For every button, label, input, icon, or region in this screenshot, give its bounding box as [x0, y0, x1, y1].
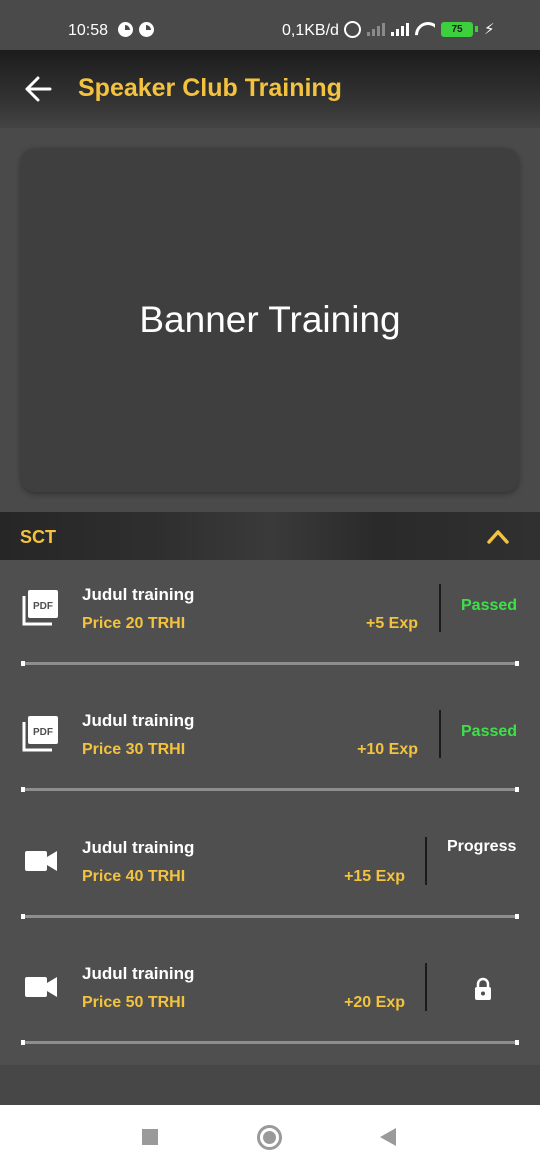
divider [439, 710, 441, 758]
status-icons: 75 ⚡ [344, 20, 495, 38]
notification-icon [118, 22, 133, 37]
back-button[interactable] [24, 76, 52, 102]
battery-tip [475, 26, 478, 32]
alarm-icon [344, 20, 361, 38]
training-exp: +15 Exp [344, 868, 405, 885]
wifi-icon [415, 22, 435, 36]
lock-icon [475, 977, 491, 1000]
item-divider [21, 661, 519, 666]
arrow-left-icon [25, 76, 52, 102]
banner[interactable]: Banner Training [21, 148, 519, 492]
app-bar: Speaker Club Training [0, 50, 540, 128]
training-exp: +10 Exp [357, 741, 418, 758]
status-badge: Progress [447, 838, 517, 855]
training-title: Judul training [82, 838, 195, 857]
status-badge: Passed [461, 723, 518, 740]
training-item[interactable]: Judul training Price 50 TRHI +20 Exp [0, 939, 540, 1065]
charging-icon: ⚡ [484, 21, 495, 38]
signal-icon [391, 22, 409, 36]
battery-icon: 75 [441, 21, 473, 37]
training-list: PDF Judul training Price 20 TRHI +5 Exp … [0, 560, 540, 1065]
section-header[interactable]: SCT [0, 512, 540, 560]
signal-icon [367, 22, 385, 36]
list-footer [0, 1065, 540, 1105]
page-title: Speaker Club Training [78, 74, 342, 102]
item-divider [21, 787, 519, 792]
home-circle-icon[interactable] [257, 1125, 282, 1150]
training-title: Judul training [82, 964, 195, 983]
status-notifications [118, 22, 154, 37]
banner-text: Banner Training [139, 299, 401, 340]
divider [425, 837, 427, 885]
chevron-up-icon[interactable] [486, 527, 510, 545]
item-divider [21, 1040, 519, 1045]
training-price: Price 30 TRHI [82, 741, 186, 758]
status-badge: Passed [461, 597, 518, 614]
training-exp: +20 Exp [344, 994, 405, 1011]
network-speed: 0,1KB/d [282, 22, 339, 39]
pdf-icon: PDF [22, 590, 58, 626]
video-camera-icon [25, 977, 57, 997]
training-item[interactable]: Judul training Price 40 TRHI +15 Exp Pro… [0, 813, 540, 939]
svg-text:PDF: PDF [33, 727, 53, 738]
status-time: 10:58 [68, 22, 109, 39]
training-item[interactable]: PDF Judul training Price 20 TRHI +5 Exp … [0, 560, 540, 686]
training-title: Judul training [82, 585, 195, 604]
training-price: Price 20 TRHI [82, 615, 186, 632]
training-price: Price 40 TRHI [82, 868, 186, 885]
divider [439, 584, 441, 632]
system-nav-bar [0, 1105, 540, 1170]
status-bar: 10:58 0,1KB/d 75 ⚡ [0, 0, 540, 50]
recents-square-icon[interactable] [142, 1129, 158, 1145]
training-price: Price 50 TRHI [82, 994, 186, 1011]
training-title: Judul training [82, 711, 195, 730]
training-item[interactable]: PDF Judul training Price 30 TRHI +10 Exp… [0, 686, 540, 812]
item-divider [21, 914, 519, 919]
svg-text:PDF: PDF [33, 601, 53, 612]
video-camera-icon [25, 851, 57, 871]
section-title: SCT [20, 527, 56, 547]
notification-icon [139, 22, 154, 37]
pdf-icon: PDF [22, 716, 58, 752]
back-triangle-icon[interactable] [380, 1128, 396, 1146]
training-exp: +5 Exp [365, 615, 418, 632]
divider [425, 963, 427, 1011]
